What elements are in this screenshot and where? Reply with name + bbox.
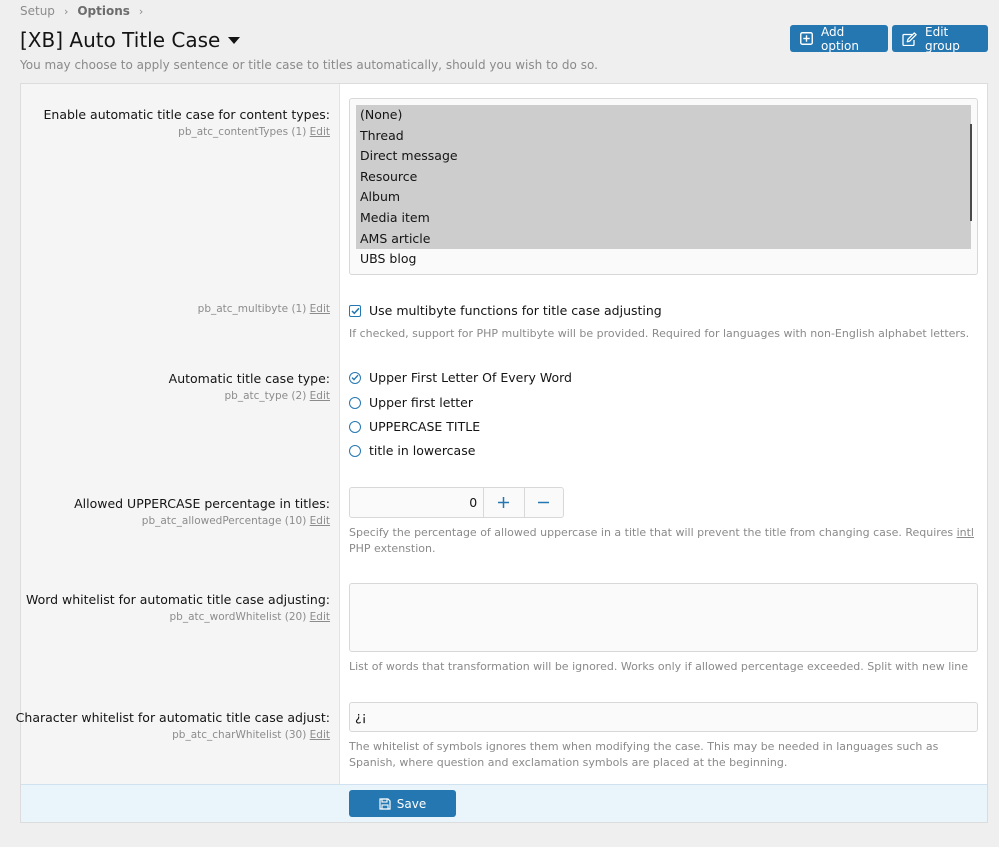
type-edit-link[interactable]: Edit	[310, 390, 330, 402]
type-label-group: Automatic title case type: pb_atc_type (…	[169, 371, 330, 402]
add-option-label: Add option	[821, 24, 859, 53]
edit-icon	[902, 31, 917, 46]
type-radio-first-letter[interactable]: Upper first letter	[349, 395, 473, 410]
edit-group-button[interactable]: Edit group	[892, 24, 988, 53]
content-type-option[interactable]: Resource	[356, 166, 971, 188]
breadcrumb: Setup › Options ›	[20, 3, 152, 19]
multibyte-edit-link[interactable]: Edit	[310, 303, 330, 315]
type-radio-label: Upper First Letter Of Every Word	[369, 370, 572, 385]
percentage-explain: Specify the percentage of allowed upperc…	[349, 525, 974, 557]
char-whitelist-label-group: Character whitelist for automatic title …	[16, 710, 330, 741]
content-type-option[interactable]: Media item	[356, 207, 971, 229]
page-title: [XB] Auto Title Case	[20, 28, 221, 52]
percentage-edit-link[interactable]: Edit	[310, 515, 330, 527]
breadcrumb-setup[interactable]: Setup	[20, 4, 55, 18]
multibyte-option-id: pb_atc_multibyte (1)	[197, 303, 307, 315]
multibyte-checkbox[interactable]	[349, 304, 361, 317]
content-types-edit-link[interactable]: Edit	[310, 126, 330, 138]
word-whitelist-hint: pb_atc_wordWhitelist (20) Edit	[26, 611, 331, 623]
type-radio-label: Upper first letter	[369, 395, 474, 410]
content-types-option-id: pb_atc_contentTypes (1)	[178, 126, 307, 138]
save-icon	[379, 797, 391, 810]
char-whitelist-label: Character whitelist for automatic title …	[15, 710, 330, 725]
plus-icon	[498, 497, 510, 508]
word-whitelist-explain: List of words that transformation will b…	[349, 660, 969, 673]
multibyte-checkbox-row[interactable]: Use multibyte functions for title case a…	[349, 303, 662, 318]
word-whitelist-label-group: Word whitelist for automatic title case …	[26, 592, 330, 623]
form-submit-row: Save	[21, 784, 987, 822]
increment-button[interactable]	[484, 488, 523, 517]
intl-abbr: intl	[956, 526, 974, 539]
multibyte-hint: pb_atc_multibyte (1) Edit	[198, 303, 330, 315]
caret-down-icon[interactable]	[228, 36, 241, 44]
multibyte-label-group: pb_atc_multibyte (1) Edit	[198, 303, 330, 315]
word-whitelist-label: Word whitelist for automatic title case …	[25, 592, 330, 607]
radio-unchecked[interactable]	[349, 444, 361, 457]
listbox-scrollbar[interactable]	[970, 124, 972, 221]
content-types-select[interactable]: (None) Thread Direct message Resource Al…	[349, 98, 978, 275]
char-whitelist-hint: pb_atc_charWhitelist (30) Edit	[16, 729, 330, 741]
word-whitelist-textarea[interactable]	[349, 583, 978, 652]
content-type-option[interactable]: Album	[356, 187, 971, 208]
content-types-label: Enable automatic title case for content …	[43, 107, 331, 122]
multibyte-checkbox-label: Use multibyte functions for title case a…	[369, 303, 662, 318]
percentage-input[interactable]: 0	[350, 488, 485, 517]
type-radio-label: UPPERCASE TITLE	[369, 419, 481, 434]
word-whitelist-edit-link[interactable]: Edit	[310, 611, 330, 623]
percentage-option-id: pb_atc_allowedPercentage (10)	[141, 515, 307, 527]
page-title-container: [XB] Auto Title Case	[20, 26, 241, 54]
type-option-id: pb_atc_type (2)	[224, 390, 307, 402]
percentage-explain-text: Specify the percentage of allowed upperc…	[349, 526, 957, 539]
content-type-option[interactable]: Thread	[356, 125, 971, 147]
type-radio-label: title in lowercase	[369, 443, 476, 458]
content-type-option[interactable]: AMS article	[356, 228, 971, 250]
chevron-right-icon: ›	[63, 4, 69, 18]
radio-checked[interactable]	[349, 371, 361, 384]
label-column	[21, 84, 340, 784]
char-whitelist-edit-link[interactable]: Edit	[310, 729, 330, 741]
radio-unchecked[interactable]	[349, 396, 361, 409]
content-types-label-group: Enable automatic title case for content …	[44, 107, 331, 138]
checkmark-icon	[350, 307, 360, 314]
plus-square-icon	[800, 32, 813, 45]
percentage-label: Allowed UPPERCASE percentage in titles:	[74, 496, 330, 511]
edit-group-label: Edit group	[925, 24, 960, 53]
percentage-stepper: 0	[349, 487, 564, 518]
chevron-right-icon: ›	[138, 4, 144, 18]
radio-unchecked[interactable]	[349, 420, 361, 433]
options-form: Enable automatic title case for content …	[16, 83, 988, 823]
content-types-hint: pb_atc_contentTypes (1) Edit	[44, 126, 330, 138]
word-whitelist-option-id: pb_atc_wordWhitelist (20)	[169, 611, 307, 623]
content-type-option[interactable]: Direct message	[356, 146, 971, 167]
content-type-option[interactable]: UBS blog	[356, 249, 971, 270]
page-description: You may choose to apply sentence or titl…	[20, 58, 598, 72]
checkmark-icon	[351, 374, 359, 381]
minus-icon	[538, 501, 550, 504]
type-hint: pb_atc_type (2) Edit	[169, 390, 330, 402]
save-button[interactable]: Save	[349, 790, 456, 817]
add-option-button[interactable]: Add option	[790, 24, 888, 53]
percentage-explain-text-end: PHP extenstion.	[349, 542, 436, 555]
percentage-hint: pb_atc_allowedPercentage (10) Edit	[74, 515, 330, 527]
content-type-option[interactable]: (None)	[356, 105, 971, 126]
type-label: Automatic title case type:	[168, 371, 330, 386]
char-whitelist-option-id: pb_atc_charWhitelist (30)	[172, 729, 307, 741]
type-radio-every-word[interactable]: Upper First Letter Of Every Word	[349, 370, 572, 385]
percentage-label-group: Allowed UPPERCASE percentage in titles: …	[74, 496, 330, 527]
breadcrumb-options[interactable]: Options	[77, 4, 130, 18]
decrement-button[interactable]	[523, 488, 563, 517]
char-whitelist-input[interactable]: ¿¡	[349, 702, 978, 732]
multibyte-explain: If checked, support for PHP multibyte wi…	[349, 327, 970, 340]
char-whitelist-explain: The whitelist of symbols ignores them wh…	[349, 740, 939, 769]
save-label: Save	[396, 796, 427, 811]
type-radio-uppercase[interactable]: UPPERCASE TITLE	[349, 419, 480, 434]
type-radio-lowercase[interactable]: title in lowercase	[349, 443, 475, 458]
